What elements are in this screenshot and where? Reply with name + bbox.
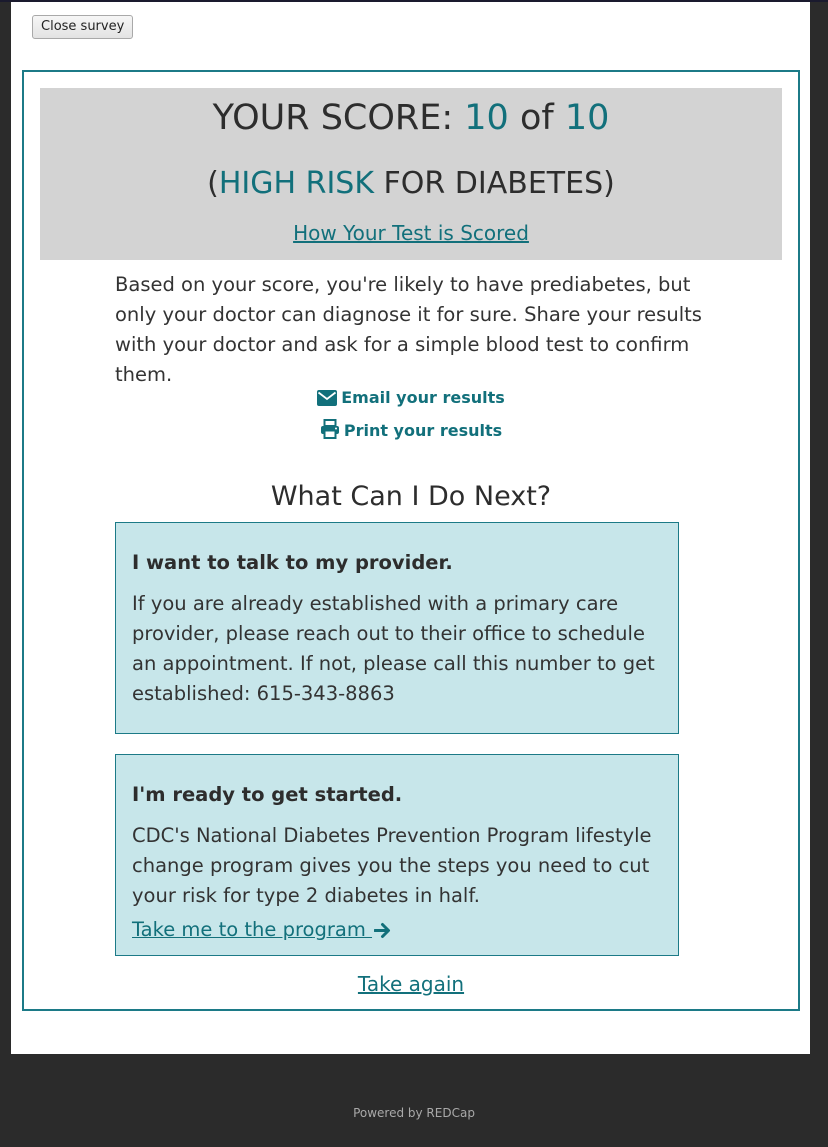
provider-card: I want to talk to my provider. If you ar… — [115, 522, 679, 734]
score-max: 10 — [564, 98, 610, 138]
how-test-scored-link[interactable]: How Your Test is Scored — [293, 221, 529, 245]
intro-text: Based on your score, you're likely to ha… — [115, 273, 702, 386]
email-results-label: Email your results — [341, 388, 505, 407]
provider-card-title: I want to talk to my provider. — [132, 551, 453, 574]
print-results-label: Print your results — [343, 421, 503, 440]
envelope-icon — [317, 390, 338, 412]
score-of: of — [508, 98, 565, 138]
risk-open-paren: ( — [207, 166, 219, 201]
risk-heading: (HIGH RISK FOR DIABETES) — [40, 166, 782, 202]
survey-page: Close survey YOUR SCORE: 10 of 10 (HIGH … — [11, 2, 810, 1054]
next-steps-heading: What Can I Do Next? — [270, 481, 552, 512]
program-card: I'm ready to get started. CDC's National… — [115, 754, 679, 956]
program-card-title: I'm ready to get started. — [132, 783, 403, 806]
arrow-right-icon — [373, 918, 391, 948]
email-results-link[interactable]: Email your results — [24, 387, 798, 412]
take-me-to-program-link[interactable]: Take me to the program — [132, 918, 391, 941]
risk-suffix: FOR DIABETES) — [374, 166, 615, 201]
score-prefix: YOUR SCORE: — [212, 98, 465, 138]
print-results-link[interactable]: Print your results — [24, 419, 798, 445]
score-panel: YOUR SCORE: 10 of 10 (HIGH RISK FOR DIAB… — [40, 88, 782, 260]
powered-by-footer: Powered by REDCap — [353, 1106, 475, 1120]
risk-level: HIGH RISK — [218, 166, 375, 201]
scored-link-wrapper: How Your Test is Scored — [40, 220, 782, 246]
score-heading: YOUR SCORE: 10 of 10 — [40, 98, 782, 138]
score-value: 10 — [464, 98, 509, 138]
printer-icon — [320, 419, 340, 445]
provider-card-text: If you are already established with a pr… — [132, 592, 655, 705]
take-again-link[interactable]: Take again — [358, 972, 464, 996]
results-container: YOUR SCORE: 10 of 10 (HIGH RISK FOR DIAB… — [22, 70, 800, 1011]
program-card-text: CDC's National Diabetes Prevention Progr… — [132, 824, 652, 907]
close-survey-button[interactable]: Close survey — [32, 15, 134, 39]
take-again-wrapper: Take again — [24, 971, 798, 997]
program-link-label: Take me to the program — [132, 918, 373, 941]
